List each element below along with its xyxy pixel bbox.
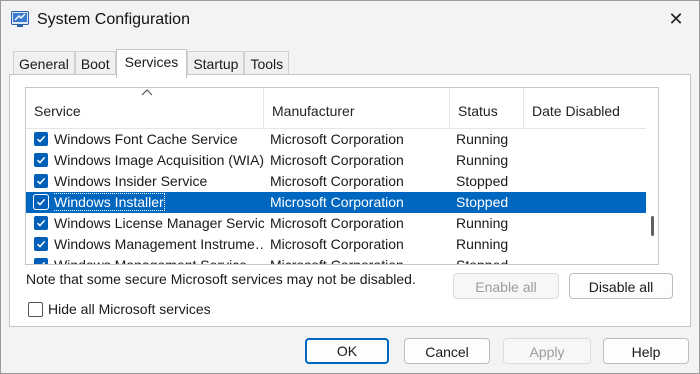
service-name: Windows Insider Service	[54, 173, 208, 189]
help-button[interactable]: Help	[603, 338, 689, 364]
system-configuration-window: System Configuration ✕ General Boot Serv…	[0, 0, 700, 374]
column-header-status[interactable]: Status	[450, 88, 524, 128]
window-title: System Configuration	[37, 11, 190, 28]
list-header: Service Manufacturer Status Date Disable…	[26, 88, 658, 129]
service-row-selected[interactable]: Windows Installer Microsoft Corporation …	[26, 192, 646, 213]
hide-ms-label: Hide all Microsoft services	[48, 301, 211, 317]
tab-strip: General Boot Services Startup Tools	[13, 49, 290, 78]
checkmark-icon	[36, 240, 46, 248]
service-manufacturer: Microsoft Corporation	[270, 131, 404, 147]
service-checkbox[interactable]	[34, 174, 48, 188]
service-manufacturer: Microsoft Corporation	[270, 152, 404, 168]
service-checkbox[interactable]	[34, 216, 48, 230]
tab-startup[interactable]: Startup	[187, 51, 245, 76]
scrollbar-thumb[interactable]	[651, 216, 654, 236]
enable-all-button[interactable]: Enable all	[453, 273, 559, 299]
service-name: Windows Management Instrume…	[54, 236, 264, 252]
service-checkbox[interactable]	[34, 132, 48, 146]
column-header-service[interactable]: Service	[26, 88, 264, 128]
service-name: Windows Image Acquisition (WIA)	[54, 152, 264, 168]
checkmark-icon	[36, 219, 46, 227]
service-name: Windows Management Service	[54, 257, 247, 265]
service-manufacturer: Microsoft Corporation	[270, 194, 404, 210]
service-checkbox[interactable]	[34, 195, 48, 209]
msconfig-app-icon	[11, 11, 29, 27]
checkmark-icon	[36, 198, 46, 206]
tab-tools[interactable]: Tools	[244, 51, 290, 76]
service-checkbox[interactable]	[34, 153, 48, 167]
service-checkbox[interactable]	[34, 237, 48, 251]
service-status: Running	[456, 215, 509, 231]
cancel-button[interactable]: Cancel	[404, 338, 490, 364]
service-name: Windows Installer	[54, 192, 264, 213]
checkmark-icon	[36, 156, 46, 164]
checkmark-icon	[42, 261, 46, 264]
service-status: Running	[456, 236, 509, 252]
service-name: Windows Font Cache Service	[54, 131, 238, 147]
services-list[interactable]: Service Manufacturer Status Date Disable…	[25, 87, 659, 265]
column-header-date-disabled[interactable]: Date Disabled	[524, 88, 648, 128]
services-panel: Service Manufacturer Status Date Disable…	[9, 74, 691, 327]
service-row[interactable]: Windows Font Cache Service Microsoft Cor…	[26, 129, 646, 150]
service-status: Stopped	[456, 194, 509, 210]
close-button[interactable]: ✕	[653, 1, 699, 37]
title-bar: System Configuration ✕	[1, 1, 699, 41]
apply-button[interactable]: Apply	[503, 338, 591, 364]
service-row[interactable]: Windows Management Instrume… Microsoft C…	[26, 234, 646, 255]
service-name: Windows License Manager Service	[54, 215, 264, 231]
service-status: Stopped	[456, 173, 509, 189]
close-icon: ✕	[668, 8, 684, 29]
service-manufacturer: Microsoft Corporation	[270, 257, 404, 265]
column-header-manufacturer[interactable]: Manufacturer	[264, 88, 450, 128]
service-status: Stopped	[456, 257, 509, 265]
service-status: Running	[456, 131, 509, 147]
checkmark-icon	[36, 177, 46, 185]
service-row[interactable]: Windows License Manager Service Microsof…	[26, 213, 646, 234]
service-row[interactable]: Windows Image Acquisition (WIA) Microsof…	[26, 150, 646, 171]
service-status: Running	[456, 152, 509, 168]
service-row[interactable]: Windows Insider Service Microsoft Corpor…	[26, 171, 646, 192]
disable-all-button[interactable]: Disable all	[569, 273, 673, 299]
service-manufacturer: Microsoft Corporation	[270, 236, 404, 252]
tab-general[interactable]: General	[13, 51, 75, 76]
vertical-scrollbar[interactable]	[646, 88, 658, 264]
service-row[interactable]: Windows Management Service Microsoft Cor…	[26, 255, 646, 265]
hide-ms-checkbox-box[interactable]	[28, 301, 43, 317]
service-name-text: Windows Installer	[54, 193, 165, 211]
ok-button[interactable]: OK	[305, 338, 389, 364]
service-manufacturer: Microsoft Corporation	[270, 215, 404, 231]
service-manufacturer: Microsoft Corporation	[270, 173, 404, 189]
service-rows: Windows Font Cache Service Microsoft Cor…	[26, 129, 658, 265]
tab-services[interactable]: Services	[115, 49, 188, 78]
hide-microsoft-services-checkbox[interactable]: Hide all Microsoft services	[28, 301, 211, 317]
secure-services-note: Note that some secure Microsoft services…	[26, 271, 416, 287]
service-checkbox[interactable]	[34, 258, 48, 264]
tab-boot[interactable]: Boot	[74, 51, 116, 76]
checkmark-icon	[36, 135, 46, 143]
